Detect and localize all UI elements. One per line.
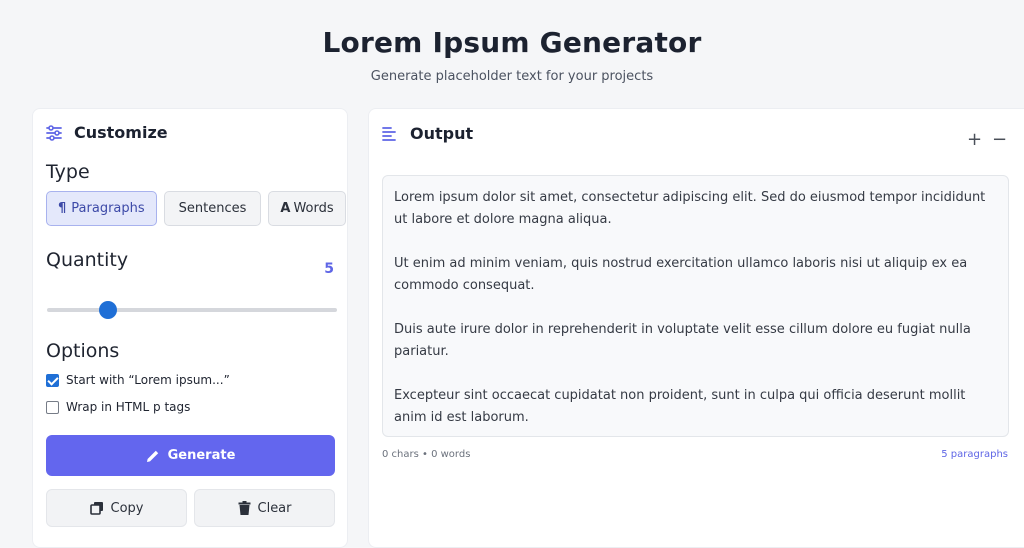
customize-title: Customize	[45, 123, 168, 142]
type-words-label: Words	[293, 201, 334, 216]
wrap-html-checkbox[interactable]	[46, 400, 59, 414]
copy-label: Copy	[110, 500, 144, 516]
pencil-icon	[146, 450, 158, 462]
clear-label: Clear	[257, 500, 292, 516]
option-wrap-html[interactable]: Wrap in HTML p tags	[46, 400, 190, 414]
font-icon: A	[280, 201, 291, 216]
generate-label: Generate	[167, 448, 236, 463]
type-words-button[interactable]: A Words	[268, 191, 346, 226]
zoom-in-button[interactable]: +	[967, 131, 982, 149]
customize-panel: Customize Type ¶ Paragraphs Sentences A …	[32, 108, 348, 548]
type-sentences-button[interactable]: Sentences	[163, 191, 262, 226]
type-sentences-label: Sentences	[178, 201, 247, 216]
page-title: Lorem Ipsum Generator	[322, 26, 702, 59]
type-selector: ¶ Paragraphs Sentences A Words	[46, 191, 346, 226]
copy-button[interactable]: Copy	[46, 489, 187, 527]
page-header: Lorem Ipsum Generator Generate placehold…	[0, 0, 1024, 100]
output-title: Output	[381, 124, 473, 143]
output-text-area[interactable]: Lorem ipsum dolor sit amet, consectetur …	[382, 175, 1009, 437]
customize-title-text: Customize	[74, 123, 168, 142]
output-stats: 0 chars • 0 words	[382, 449, 471, 460]
clear-button[interactable]: Clear	[194, 489, 335, 527]
quantity-slider[interactable]	[47, 301, 337, 319]
output-paragraph: Excepteur sint occaecat cupidatat non pr…	[394, 388, 966, 425]
generate-button[interactable]: Generate	[46, 435, 335, 476]
quantity-label: Quantity	[46, 249, 129, 271]
output-paragraph: Ut enim ad minim veniam, quis nostrud ex…	[394, 256, 968, 293]
type-label: Type	[46, 161, 90, 183]
quantity-slider-thumb[interactable]	[99, 301, 118, 319]
start-lorem-label: Start with “Lorem ipsum...”	[66, 373, 230, 387]
align-left-icon	[382, 126, 396, 141]
page-subtitle: Generate placeholder text for your proje…	[370, 69, 654, 84]
output-title-text: Output	[410, 124, 474, 143]
zoom-out-button[interactable]: −	[992, 131, 1007, 149]
sliders-icon	[46, 124, 62, 141]
trash-icon	[238, 501, 250, 515]
paragraph-count: 5 paragraphs	[941, 449, 1008, 460]
quantity-value: 5	[324, 261, 334, 277]
start-lorem-checkbox[interactable]	[46, 373, 59, 387]
pilcrow-icon: ¶	[58, 201, 67, 216]
copy-icon	[89, 502, 103, 515]
option-start-lorem[interactable]: Start with “Lorem ipsum...”	[46, 373, 230, 387]
type-paragraphs-label: Paragraphs	[71, 201, 145, 216]
options-label: Options	[46, 340, 120, 362]
output-paragraph: Duis aute irure dolor in reprehenderit i…	[394, 322, 971, 359]
output-panel: Output + − Lorem ipsum dolor sit amet, c…	[368, 108, 1024, 548]
type-paragraphs-button[interactable]: ¶ Paragraphs	[46, 191, 157, 226]
wrap-html-label: Wrap in HTML p tags	[66, 400, 191, 414]
output-paragraph: Lorem ipsum dolor sit amet, consectetur …	[394, 190, 986, 227]
